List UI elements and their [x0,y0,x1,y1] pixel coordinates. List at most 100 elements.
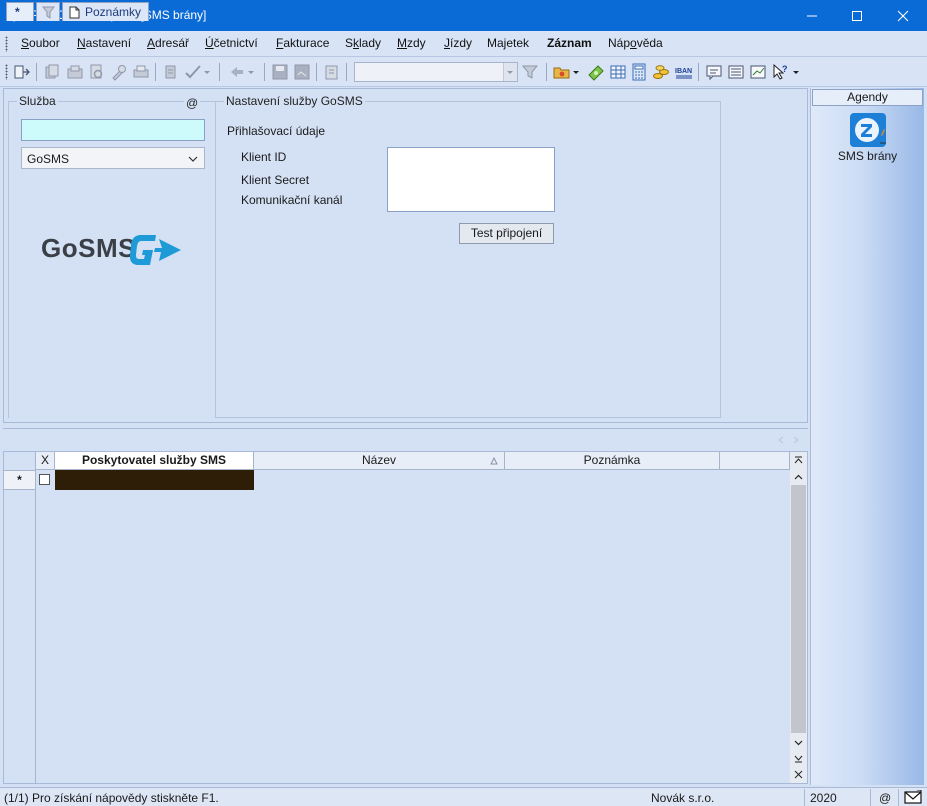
chevron-down-icon[interactable] [791,63,801,81]
folder-star-icon[interactable] [553,63,571,81]
menu-grip[interactable] [5,36,8,52]
chevron-down-icon[interactable] [202,63,212,81]
client-secret-label: Klient Secret [241,173,310,187]
menu-jizdy[interactable]: Jízdy [444,36,472,50]
status-divider [870,789,871,806]
minimize-button[interactable] [789,0,835,31]
agendy-panel [810,88,924,785]
menu-mzdy[interactable]: Mzdy [397,36,426,50]
sluzba-input[interactable] [21,119,205,141]
mail-icon[interactable] [162,63,180,81]
print-icon[interactable] [132,63,150,81]
table-icon[interactable] [609,63,627,81]
menu-adresar[interactable]: Adresář [147,36,189,50]
tab-filter[interactable] [36,2,60,21]
copy-record-icon[interactable] [43,63,61,81]
close-button[interactable] [880,0,926,31]
test-connection-button[interactable]: Test připojení [459,223,554,244]
status-company[interactable]: Novák s.r.o. [651,791,714,805]
menu-soubor[interactable]: Soubor [21,36,60,50]
chevron-down-icon [794,740,803,745]
help-pointer-icon[interactable]: ? [771,63,789,81]
column-header-name[interactable]: Název [254,452,505,470]
comment-icon[interactable] [705,63,723,81]
column-header-filler [720,452,790,470]
delete-record-icon[interactable] [323,63,341,81]
scrollbar-thumb[interactable] [791,485,806,733]
save-icon[interactable] [271,63,289,81]
maximize-button[interactable] [834,0,880,31]
coins-icon[interactable] [652,63,670,81]
sms-gateway-icon[interactable] [850,113,886,147]
tab-scroll-right-icon[interactable] [792,436,800,444]
combo-dropdown-button[interactable] [503,63,517,81]
gosms-settings-legend: Nastavení služby GoSMS [224,94,365,108]
money-icon[interactable] [587,63,605,81]
check-icon[interactable] [184,63,202,81]
menu-sklady[interactable]: Sklady [345,36,381,50]
tab-new-record[interactable]: * [6,2,34,21]
credentials-fields[interactable] [387,147,555,212]
agenda-item-sms-brany[interactable]: SMS brány [812,149,923,163]
toolbar-search-combo[interactable] [354,62,518,82]
svg-text:?: ? [782,64,788,74]
toolbar-grip[interactable] [5,64,8,80]
menu-zaznam[interactable]: Záznam [547,36,592,50]
scroll-to-top-button[interactable] [790,453,807,467]
status-divider [898,789,899,806]
duplicate-icon[interactable] [66,63,84,81]
tab-notes[interactable]: Poznámky [62,2,149,21]
sluzba-legend: Služba [17,94,58,108]
chevron-down-icon[interactable] [246,63,256,81]
chevron-down-icon[interactable] [571,63,581,81]
tab-notes-label: Poznámky [85,5,142,19]
preview-icon[interactable] [88,63,106,81]
mail-envelope-icon[interactable] [904,790,922,804]
tools-icon[interactable] [110,63,128,81]
column-header-note[interactable]: Poznámka [505,452,720,470]
menu-ucetnictvi[interactable]: Účetnictví [205,36,258,50]
back-arrow-icon[interactable] [228,63,246,81]
tab-scroll-left-icon[interactable] [777,436,785,444]
note-page-icon [69,6,80,19]
menu-fakturace[interactable]: Fakturace [276,36,329,50]
row-indicator-column [3,452,36,784]
service-select-value: GoSMS [27,152,70,166]
menu-majetek[interactable]: Majetek [487,36,529,50]
iban-icon[interactable]: IBAN [675,63,693,81]
column-header-provider[interactable]: Poskytovatel služby SMS [55,452,254,470]
provider-cell-active[interactable] [55,470,254,490]
collapse-icon [794,770,803,778]
chevron-down-icon [507,71,513,74]
svg-text:IBAN: IBAN [675,68,692,75]
save-all-icon[interactable] [293,63,311,81]
filter-icon[interactable] [521,63,539,81]
toolbar-separator [698,63,699,81]
service-select[interactable]: GoSMS [21,147,205,169]
column-header-x[interactable]: X [36,452,55,470]
toolbar-separator [346,63,347,81]
toolbar-separator [316,63,317,81]
list-icon[interactable] [727,63,745,81]
status-email-at[interactable]: @ [879,791,891,805]
menu-nastaveni[interactable]: Nastavení [77,36,131,50]
scroll-collapse-button[interactable] [790,767,807,781]
report-icon[interactable] [749,63,767,81]
new-row-marker[interactable]: * [3,470,36,490]
toolbar-separator [264,63,265,81]
agendy-header[interactable]: Agendy [812,89,923,106]
sort-indicator-icon [490,457,498,465]
records-grid [3,451,808,784]
scroll-down-button[interactable] [790,735,807,749]
status-year[interactable]: 2020 [810,791,837,805]
chevron-up-icon [794,474,803,479]
calculator-icon[interactable] [630,63,648,81]
toolbar-separator [546,63,547,81]
agenda-switch-icon[interactable] [13,63,31,81]
gosms-logo-icon [129,235,181,265]
scroll-to-bottom-button[interactable] [790,751,807,765]
menu-napoveda[interactable]: Nápověda [608,36,663,50]
row-select-checkbox[interactable] [39,474,50,485]
scroll-up-button[interactable] [790,470,807,484]
credentials-section-label: Přihlašovací údaje [227,124,326,138]
